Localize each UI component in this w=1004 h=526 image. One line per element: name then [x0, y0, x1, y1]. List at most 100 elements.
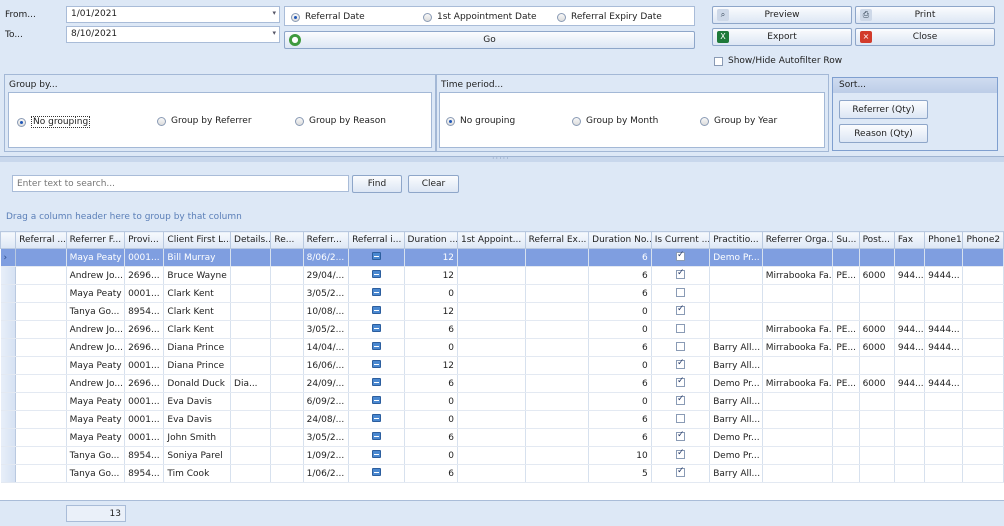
is-current-checkbox[interactable]	[675, 287, 685, 297]
column-header[interactable]: Duration No...	[588, 231, 652, 249]
radio-group-by-referrer[interactable]: Group by Referrer	[157, 116, 252, 126]
row-indicator[interactable]	[0, 338, 17, 357]
table-cell	[962, 320, 1004, 339]
referral-document-icon[interactable]	[371, 450, 381, 458]
column-header[interactable]: Referral i...	[348, 231, 405, 249]
column-header[interactable]: Post...	[858, 231, 895, 249]
row-indicator[interactable]	[0, 284, 17, 303]
search-input[interactable]	[12, 175, 349, 192]
radio-no-grouping[interactable]: No grouping	[17, 116, 91, 128]
referral-document-icon[interactable]	[371, 306, 381, 314]
referral-document-icon[interactable]	[371, 432, 381, 440]
referral-document-icon[interactable]	[371, 342, 381, 350]
radio-referral-expiry-date[interactable]: Referral Expiry Date	[557, 12, 662, 22]
is-current-checkbox[interactable]	[675, 358, 685, 369]
table-cell: PE...	[832, 374, 860, 393]
table-cell	[457, 320, 526, 339]
table-row[interactable]: Maya Peaty 0001... Clark Kent 3/05/2... 0 6	[0, 284, 1004, 303]
radio-group-by-month[interactable]: Group by Month	[572, 116, 658, 126]
is-current-checkbox[interactable]	[675, 376, 685, 387]
referral-document-icon[interactable]	[371, 396, 381, 404]
column-header[interactable]: Referral Ex...	[524, 231, 590, 249]
referral-document-icon[interactable]	[371, 270, 381, 278]
print-button[interactable]: ⎙ Print	[855, 6, 995, 24]
column-header[interactable]: Referr...	[302, 231, 350, 249]
export-button[interactable]: X Export	[712, 28, 852, 46]
table-row[interactable]: Maya Peaty 0001... Diana Prince 16/06/... 12…	[0, 356, 1004, 375]
sort-referrer-button[interactable]: Referrer (Qty)	[839, 100, 928, 119]
radio-referral-date[interactable]: Referral Date	[291, 12, 365, 22]
row-indicator[interactable]	[0, 320, 17, 339]
chevron-down-icon[interactable]: ▾	[272, 29, 276, 37]
row-indicator[interactable]	[0, 302, 17, 321]
referral-document-icon[interactable]	[371, 252, 381, 260]
table-row[interactable]: Maya Peaty0001...Eva Davis 6/09/2... 0 0 Bar…	[0, 392, 1004, 411]
referral-document-icon[interactable]	[371, 360, 381, 368]
is-current-checkbox[interactable]	[675, 250, 685, 261]
chevron-down-icon[interactable]: ▾	[272, 9, 276, 17]
row-indicator[interactable]	[0, 410, 17, 429]
row-indicator[interactable]	[0, 356, 17, 375]
table-row[interactable]: Tanya Go...8954...Tim Cook 1/06/2... 6 5 Bar…	[0, 464, 1004, 483]
column-header[interactable]: Su...	[832, 231, 860, 249]
row-indicator[interactable]	[0, 374, 17, 393]
column-header[interactable]: Fax	[893, 231, 926, 249]
row-indicator[interactable]	[0, 464, 17, 483]
sort-reason-button[interactable]: Reason (Qty)	[839, 124, 928, 143]
radio-group-by-reason[interactable]: Group by Reason	[295, 116, 386, 126]
row-indicator[interactable]	[0, 428, 17, 447]
is-current-checkbox[interactable]	[675, 304, 685, 315]
column-header[interactable]: 1st Appoint...	[457, 231, 526, 249]
find-button[interactable]: Find	[352, 175, 402, 193]
column-header[interactable]: Referral ...	[15, 231, 67, 249]
to-date-field[interactable]: 8/10/2021 ▾	[66, 26, 280, 43]
column-header[interactable]: Practitio...	[709, 231, 763, 249]
table-row[interactable]: › Maya Peaty 0001... Bill Murray 8/06/2... 12…	[0, 248, 1004, 267]
table-row[interactable]: Andrew Jo... 2696... Donald Duck Dia... 24/0…	[0, 374, 1004, 393]
is-current-checkbox[interactable]	[675, 394, 685, 405]
is-current-checkbox[interactable]	[675, 466, 685, 477]
radio-time-no-grouping[interactable]: No grouping	[446, 116, 515, 126]
table-row[interactable]: Andrew Jo... 2696... Clark Kent 3/05/2... 6 0…	[0, 320, 1004, 339]
row-indicator[interactable]	[0, 266, 17, 285]
column-header[interactable]: Client First L...	[163, 231, 232, 249]
clear-button[interactable]: Clear	[408, 175, 459, 193]
preview-button[interactable]: ⌕ Preview	[712, 6, 852, 24]
autofilter-toggle[interactable]: Show/Hide Autofilter Row	[714, 56, 842, 66]
referral-document-icon[interactable]	[371, 468, 381, 476]
table-row[interactable]: Maya Peaty0001...John Smith 3/05/2... 6 6 De…	[0, 428, 1004, 447]
is-current-checkbox[interactable]	[675, 430, 685, 441]
table-row[interactable]: Tanya Go... 8954... Soniya Parel 1/09/2... 0…	[0, 446, 1004, 465]
close-button[interactable]: × Close	[855, 28, 995, 46]
from-date-field[interactable]: 1/01/2021 ▾	[66, 6, 280, 23]
table-row[interactable]: Andrew Jo... 2696... Bruce Wayne 29/04/... 1…	[0, 266, 1004, 285]
referral-document-icon[interactable]	[371, 324, 381, 332]
referral-document-icon[interactable]	[371, 414, 381, 422]
table-row[interactable]: Tanya Go... 8954... Clark Kent 10/08/... 12 0	[0, 302, 1004, 321]
radio-group-by-year[interactable]: Group by Year	[700, 116, 777, 126]
table-row[interactable]: Maya Peaty 0001... Eva Davis 24/08/... 0 6 Bar…	[0, 410, 1004, 429]
column-header[interactable]: Provi...	[124, 231, 165, 249]
is-current-checkbox[interactable]	[675, 413, 685, 423]
referral-document-icon[interactable]	[371, 378, 381, 386]
column-header[interactable]: Phone1	[924, 231, 964, 249]
table-row[interactable]: Andrew Jo... 2696... Diana Prince 14/04/...…	[0, 338, 1004, 357]
row-indicator[interactable]: ›	[0, 248, 17, 267]
radio-first-appointment-date[interactable]: 1st Appointment Date	[423, 12, 537, 22]
column-header[interactable]: Referrer Orga...	[761, 231, 834, 249]
row-indicator[interactable]	[0, 446, 17, 465]
referral-document-icon[interactable]	[371, 288, 381, 296]
column-header[interactable]: Phone2	[962, 231, 1004, 249]
row-indicator[interactable]	[0, 392, 17, 411]
column-header[interactable]: Duration ...	[403, 231, 459, 249]
is-current-checkbox[interactable]	[675, 268, 685, 279]
is-current-checkbox[interactable]	[675, 448, 685, 459]
column-header[interactable]: Details...	[230, 231, 272, 249]
group-by-drop-area[interactable]: Drag a column header here to group by th…	[0, 202, 1004, 231]
column-header[interactable]: Re...	[270, 231, 304, 249]
is-current-checkbox[interactable]	[675, 341, 685, 351]
column-header[interactable]: Referrer F...	[65, 231, 126, 249]
column-header[interactable]: Is Current ...	[650, 231, 711, 249]
go-button[interactable]: ● Go	[284, 31, 695, 49]
is-current-checkbox[interactable]	[675, 323, 685, 333]
